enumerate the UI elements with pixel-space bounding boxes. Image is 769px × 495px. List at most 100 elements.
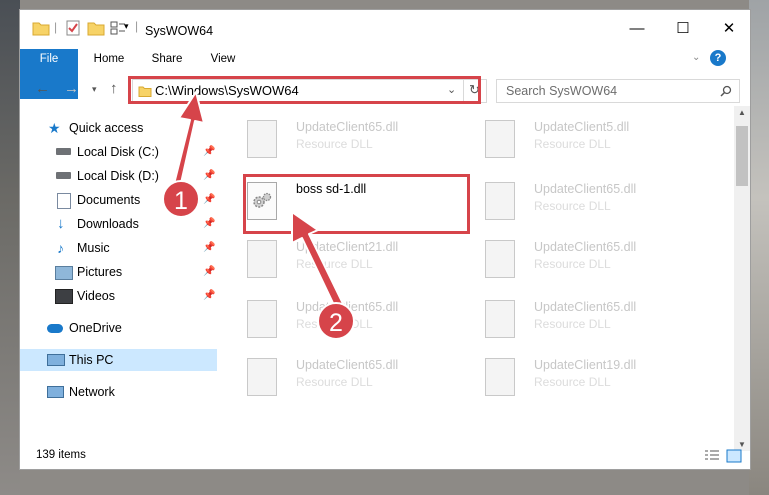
sidebar-item-label: This PC — [69, 353, 114, 367]
sidebar-item-quick-access[interactable]: ★ Quick access — [20, 117, 217, 139]
pin-icon[interactable]: 📌 — [203, 285, 215, 307]
maximize-button[interactable]: ☐ — [660, 10, 706, 46]
tab-home[interactable]: Home — [86, 49, 132, 70]
file-name: UpdateClient65.dll — [296, 358, 399, 372]
status-bar: 139 items — [20, 444, 750, 469]
sidebar-item-label: Local Disk (D:) — [77, 169, 159, 183]
picture-icon — [55, 266, 73, 280]
file-name: UpdateClient65.dll — [534, 300, 637, 314]
file-name: UpdateClient65.dll — [534, 240, 637, 254]
file-description: Resource DLL — [296, 257, 373, 271]
cloud-icon — [47, 324, 63, 333]
close-button[interactable]: ✕ — [706, 10, 752, 46]
file-name: UpdateClient65.dll — [296, 120, 399, 134]
desktop-background-left — [0, 0, 20, 495]
sidebar-item-label: Music — [77, 241, 110, 255]
scrollbar-thumb[interactable] — [736, 126, 748, 186]
details-view-icon[interactable] — [704, 449, 720, 463]
sidebar-item-label: OneDrive — [69, 321, 122, 335]
file-description: Resource DLL — [534, 317, 611, 331]
new-folder-icon[interactable] — [87, 19, 105, 37]
tab-share[interactable]: Share — [144, 49, 190, 70]
file-item[interactable]: UpdateClient65.dll Resource DLL — [485, 176, 715, 226]
folder-icon — [32, 22, 50, 36]
download-icon: ↓ — [57, 215, 65, 232]
file-item[interactable]: UpdateClient65.dll Resource DLL — [485, 234, 715, 284]
network-icon — [47, 386, 64, 398]
dll-file-icon — [247, 240, 277, 278]
file-description: Resource DLL — [534, 199, 611, 213]
dll-file-icon — [485, 300, 515, 338]
file-description: Resource DLL — [534, 375, 611, 389]
dll-file-icon — [485, 120, 515, 158]
sidebar-item-label: Documents — [77, 193, 141, 207]
file-description: Resource DLL — [534, 137, 611, 151]
file-description: Resource DLL — [296, 375, 373, 389]
file-description: Resource DLL — [296, 137, 373, 151]
sidebar-item-label: Videos — [77, 289, 115, 303]
file-item[interactable]: UpdateClient65.dll Resource DLL — [247, 294, 477, 344]
sidebar-item-videos[interactable]: Videos 📌 — [20, 285, 217, 307]
drive-icon — [56, 172, 71, 179]
music-icon: ♪ — [57, 240, 64, 256]
sidebar-item-pictures[interactable]: Pictures 📌 — [20, 261, 217, 283]
vertical-scrollbar[interactable]: ▲ ▼ — [734, 106, 750, 451]
pin-icon[interactable]: 📌 — [203, 261, 215, 283]
dll-file-icon — [247, 300, 277, 338]
back-arrow-icon[interactable]: ← — [35, 80, 50, 97]
sidebar-item-network[interactable]: Network — [20, 381, 217, 403]
qat-separator: | — [54, 20, 58, 34]
address-row: ← → ▾ ↑ C:\Windows\SysWOW64 ⌄ ↻ Search S… — [20, 73, 750, 105]
expand-ribbon-chevron-icon[interactable]: ⌄ — [692, 52, 700, 63]
file-description: Resource DLL — [534, 257, 611, 271]
sidebar-item-local-disk-c[interactable]: Local Disk (C:) 📌 — [20, 141, 217, 163]
address-highlight-box — [128, 76, 481, 104]
file-item[interactable]: UpdateClient19.dll Resource DLL — [485, 352, 715, 402]
file-item[interactable]: UpdateClient5.dll Resource DLL — [485, 114, 715, 164]
drive-icon — [56, 148, 71, 155]
search-input[interactable]: Search SysWOW64 — [496, 79, 740, 103]
sidebar-item-onedrive[interactable]: OneDrive — [20, 317, 217, 339]
pin-icon[interactable]: 📌 — [203, 237, 215, 259]
help-icon[interactable]: ? — [710, 50, 726, 66]
customize-qat-chevron-icon[interactable]: ▾ — [124, 21, 129, 32]
file-item[interactable]: UpdateClient65.dll Resource DLL — [485, 294, 715, 344]
properties-icon[interactable] — [64, 19, 82, 37]
large-icons-view-icon[interactable] — [726, 449, 742, 463]
file-highlight-box — [243, 174, 470, 234]
forward-arrow-icon[interactable]: → — [64, 80, 79, 97]
file-name: UpdateClient19.dll — [534, 358, 637, 372]
pin-icon[interactable]: 📌 — [203, 141, 215, 163]
star-icon: ★ — [48, 120, 61, 136]
search-icon[interactable] — [720, 85, 732, 97]
item-count: 139 items — [36, 449, 86, 461]
title-separator: | — [135, 19, 139, 33]
pin-icon[interactable]: 📌 — [203, 189, 215, 211]
sidebar-item-label: Local Disk (C:) — [77, 145, 159, 159]
tab-view[interactable]: View — [200, 49, 246, 70]
minimize-button[interactable]: — — [614, 10, 660, 46]
sidebar-item-label: Network — [69, 385, 115, 399]
title-bar: | ▾ | SysWOW64 — ☐ ✕ — [20, 10, 750, 46]
file-list: UpdateClient65.dll Resource DLL UpdateCl… — [220, 106, 734, 451]
recent-locations-chevron-icon[interactable]: ▾ — [92, 84, 97, 95]
navigation-pane: ★ Quick access Local Disk (C:) 📌 Local D… — [20, 110, 220, 399]
file-item[interactable]: UpdateClient65.dll Resource DLL — [247, 352, 477, 402]
file-item[interactable]: UpdateClient65.dll Resource DLL — [247, 114, 477, 164]
document-icon — [57, 193, 71, 209]
scroll-up-icon[interactable]: ▲ — [738, 108, 746, 117]
sidebar-item-this-pc[interactable]: This PC — [20, 349, 217, 371]
sidebar-item-label: Pictures — [77, 265, 123, 279]
dll-file-icon — [247, 358, 277, 396]
ribbon-tabs: File Home Share View ⌄ ? — [20, 46, 750, 99]
sidebar-item-music[interactable]: ♪ Music 📌 — [20, 237, 217, 259]
file-item[interactable]: UpdateClient21.dll Resource DLL — [247, 234, 477, 284]
pin-icon[interactable]: 📌 — [203, 213, 215, 235]
computer-icon — [47, 354, 65, 366]
step-marker-1: 1 — [162, 180, 200, 218]
desktop-background-right — [749, 0, 769, 495]
pin-icon[interactable]: 📌 — [203, 165, 215, 187]
up-arrow-icon[interactable]: ↑ — [110, 80, 118, 97]
file-explorer-window: | ▾ | SysWOW64 — ☐ ✕ File Home Share Vie… — [19, 9, 751, 470]
dll-file-icon — [485, 240, 515, 278]
